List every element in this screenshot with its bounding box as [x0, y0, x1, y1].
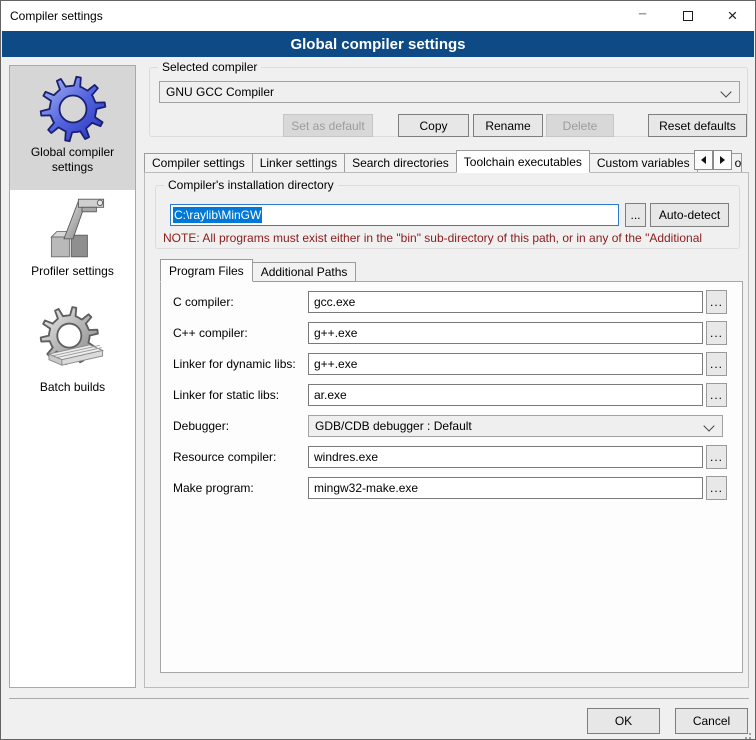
resource-compiler-input[interactable] — [308, 446, 703, 468]
tab-scroll-left-icon — [701, 156, 706, 164]
tab-search-directories[interactable]: Search directories — [345, 153, 457, 173]
batch-builds-icon — [36, 306, 110, 380]
blue-gear-icon — [37, 73, 109, 145]
footer-divider — [9, 698, 749, 699]
copy-button[interactable]: Copy — [398, 114, 469, 137]
cancel-button[interactable]: Cancel — [675, 708, 748, 734]
chevron-down-icon — [703, 420, 714, 431]
maximize-button[interactable] — [665, 1, 710, 30]
resource-compiler-browse-button[interactable]: ... — [706, 445, 727, 469]
make-program-label: Make program: — [173, 481, 307, 495]
selected-compiler-legend: Selected compiler — [158, 60, 261, 74]
close-icon: × — [728, 7, 738, 24]
ok-button[interactable]: OK — [587, 708, 660, 734]
installation-directory-legend: Compiler's installation directory — [164, 178, 338, 192]
sidebar-item-global-compiler-settings[interactable]: Global compiler settings — [10, 66, 135, 190]
resize-grip[interactable] — [749, 733, 751, 735]
set-as-default-button[interactable]: Set as default — [283, 114, 373, 137]
compiler-select-value: GNU GCC Compiler — [166, 85, 274, 99]
caliper-icon — [37, 192, 109, 264]
rename-button[interactable]: Rename — [473, 114, 543, 137]
debugger-select-value: GDB/CDB debugger : Default — [315, 419, 472, 433]
tab-compiler-settings[interactable]: Compiler settings — [144, 153, 253, 173]
auto-detect-button[interactable]: Auto-detect — [650, 203, 729, 227]
tab-scroll-left-button[interactable] — [694, 150, 713, 170]
subtab-additional-paths[interactable]: Additional Paths — [253, 262, 357, 282]
installation-directory-group: Compiler's installation directory C:\ray… — [155, 185, 740, 249]
sidebar-item-label: Batch builds — [10, 380, 135, 395]
tab-scroll-right-icon — [720, 156, 725, 164]
linker-dynamic-label: Linker for dynamic libs: — [173, 357, 307, 371]
cpp-compiler-input[interactable] — [308, 322, 703, 344]
selected-compiler-group: Selected compiler GNU GCC Compiler Set a… — [149, 67, 748, 137]
resource-compiler-label: Resource compiler: — [173, 450, 307, 464]
installation-directory-input[interactable]: C:\raylib\MinGW — [170, 204, 619, 226]
sidebar-item-batch-builds[interactable]: Batch builds — [10, 306, 135, 395]
chevron-down-icon — [720, 86, 731, 97]
program-files-page: C compiler: ... C++ compiler: ... Linker… — [160, 281, 743, 673]
tab-custom-variables[interactable]: Custom variables — [590, 153, 698, 173]
tab-scroll-right-button[interactable] — [713, 150, 732, 170]
window-title: Compiler settings — [10, 9, 103, 23]
tab-scroll-arrows — [694, 150, 732, 170]
c-compiler-label: C compiler: — [173, 295, 307, 309]
tab-toolchain-executables[interactable]: Toolchain executables — [456, 150, 590, 173]
minimize-button[interactable]: – — [620, 1, 665, 30]
linker-static-browse-button[interactable]: ... — [706, 383, 727, 407]
browse-directory-button[interactable]: ... — [625, 203, 646, 227]
files-subtabstrip: Program Files Additional Paths — [160, 259, 356, 282]
minimize-icon: – — [638, 5, 646, 22]
make-program-browse-button[interactable]: ... — [706, 476, 727, 500]
sidebar-item-profiler-settings[interactable]: Profiler settings — [10, 190, 135, 279]
sidebar-item-label: Global compiler settings — [10, 145, 135, 175]
compiler-settings-dialog: Compiler settings – × Global compiler se… — [0, 0, 756, 740]
compiler-select[interactable]: GNU GCC Compiler — [159, 81, 740, 103]
close-button[interactable]: × — [710, 1, 755, 30]
bin-subdirectory-note: NOTE: All programs must exist either in … — [163, 231, 737, 245]
c-compiler-input[interactable] — [308, 291, 703, 313]
reset-defaults-button[interactable]: Reset defaults — [648, 114, 747, 137]
subtab-program-files[interactable]: Program Files — [160, 259, 253, 282]
installation-directory-selected-text: C:\raylib\MinGW — [173, 207, 262, 223]
linker-dynamic-input[interactable] — [308, 353, 703, 375]
debugger-label: Debugger: — [173, 419, 307, 433]
tab-linker-settings[interactable]: Linker settings — [253, 153, 345, 173]
maximize-icon — [683, 11, 693, 21]
make-program-input[interactable] — [308, 477, 703, 499]
c-compiler-browse-button[interactable]: ... — [706, 290, 727, 314]
toolchain-executables-page: Compiler's installation directory C:\ray… — [144, 172, 749, 688]
caption-buttons: – × — [620, 1, 755, 30]
page-title: Global compiler settings — [2, 31, 754, 57]
settings-sidebar: Global compiler settings Profiler settin… — [9, 65, 136, 688]
debugger-select[interactable]: GDB/CDB debugger : Default — [308, 415, 723, 437]
delete-button[interactable]: Delete — [546, 114, 614, 137]
cpp-compiler-browse-button[interactable]: ... — [706, 321, 727, 345]
sidebar-item-label: Profiler settings — [10, 264, 135, 279]
cpp-compiler-label: C++ compiler: — [173, 326, 307, 340]
linker-static-label: Linker for static libs: — [173, 388, 307, 402]
linker-dynamic-browse-button[interactable]: ... — [706, 352, 727, 376]
titlebar[interactable]: Compiler settings – × — [1, 1, 755, 31]
linker-static-input[interactable] — [308, 384, 703, 406]
settings-tabstrip: Compiler settings Linker settings Search… — [144, 150, 749, 173]
